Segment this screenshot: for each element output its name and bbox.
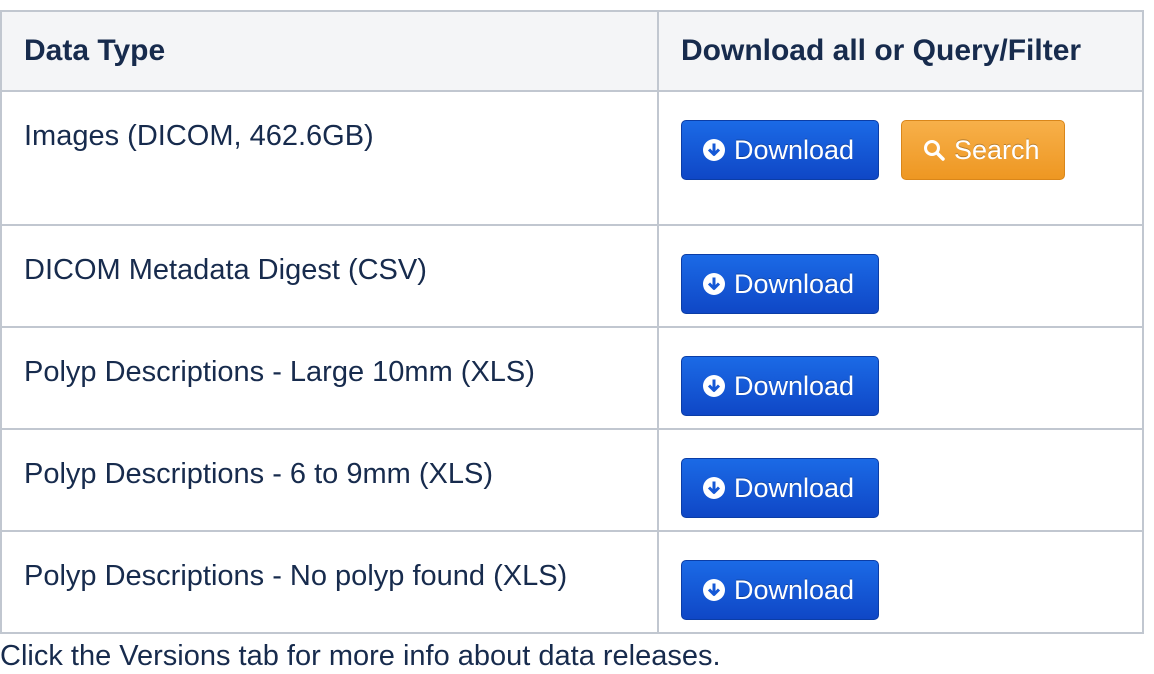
data-type-cell: DICOM Metadata Digest (CSV) [0, 224, 659, 328]
table-row: Polyp Descriptions - Large 10mm (XLS) Do… [0, 326, 1144, 430]
actions-cell: Download [657, 530, 1144, 634]
actions-cell: Download [657, 428, 1144, 532]
versions-info-note: Click the Versions tab for more info abo… [0, 640, 721, 672]
download-button-label: Download [734, 574, 855, 605]
search-button-label: Search [954, 134, 1040, 165]
download-circle-icon [702, 138, 726, 162]
actions-cell: Download [657, 326, 1144, 430]
data-type-cell: Polyp Descriptions - Large 10mm (XLS) [0, 326, 659, 430]
download-button-metadata[interactable]: Download [681, 254, 879, 314]
download-circle-icon [702, 272, 726, 296]
download-circle-icon [702, 476, 726, 500]
table-row: Images (DICOM, 462.6GB) Download Search [0, 90, 1144, 226]
data-type-cell: Images (DICOM, 462.6GB) [0, 90, 659, 226]
table-header-row: Data Type Download all or Query/Filter [0, 10, 1144, 92]
download-button-label: Download [734, 370, 855, 401]
download-button-polyp-large[interactable]: Download [681, 356, 879, 416]
header-actions: Download all or Query/Filter [657, 10, 1144, 92]
download-circle-icon [702, 578, 726, 602]
data-type-cell: Polyp Descriptions - 6 to 9mm (XLS) [0, 428, 659, 532]
header-data-type: Data Type [0, 10, 659, 92]
magnifier-icon [922, 138, 946, 162]
search-button-images[interactable]: Search [901, 120, 1065, 180]
download-button-polyp-medium[interactable]: Download [681, 458, 879, 518]
table-row: DICOM Metadata Digest (CSV) Download [0, 224, 1144, 328]
download-button-label: Download [734, 134, 855, 165]
actions-cell: Download Search [657, 90, 1144, 226]
data-download-table-container: Data Type Download all or Query/Filter I… [0, 10, 1144, 634]
table-row: Polyp Descriptions - 6 to 9mm (XLS) Down… [0, 428, 1144, 532]
download-button-polyp-none[interactable]: Download [681, 560, 879, 620]
download-circle-icon [702, 374, 726, 398]
data-download-table: Data Type Download all or Query/Filter I… [0, 10, 1144, 634]
download-button-label: Download [734, 472, 855, 503]
data-type-cell: Polyp Descriptions - No polyp found (XLS… [0, 530, 659, 634]
download-button-label: Download [734, 268, 855, 299]
download-button-images[interactable]: Download [681, 120, 879, 180]
table-row: Polyp Descriptions - No polyp found (XLS… [0, 530, 1144, 634]
actions-cell: Download [657, 224, 1144, 328]
